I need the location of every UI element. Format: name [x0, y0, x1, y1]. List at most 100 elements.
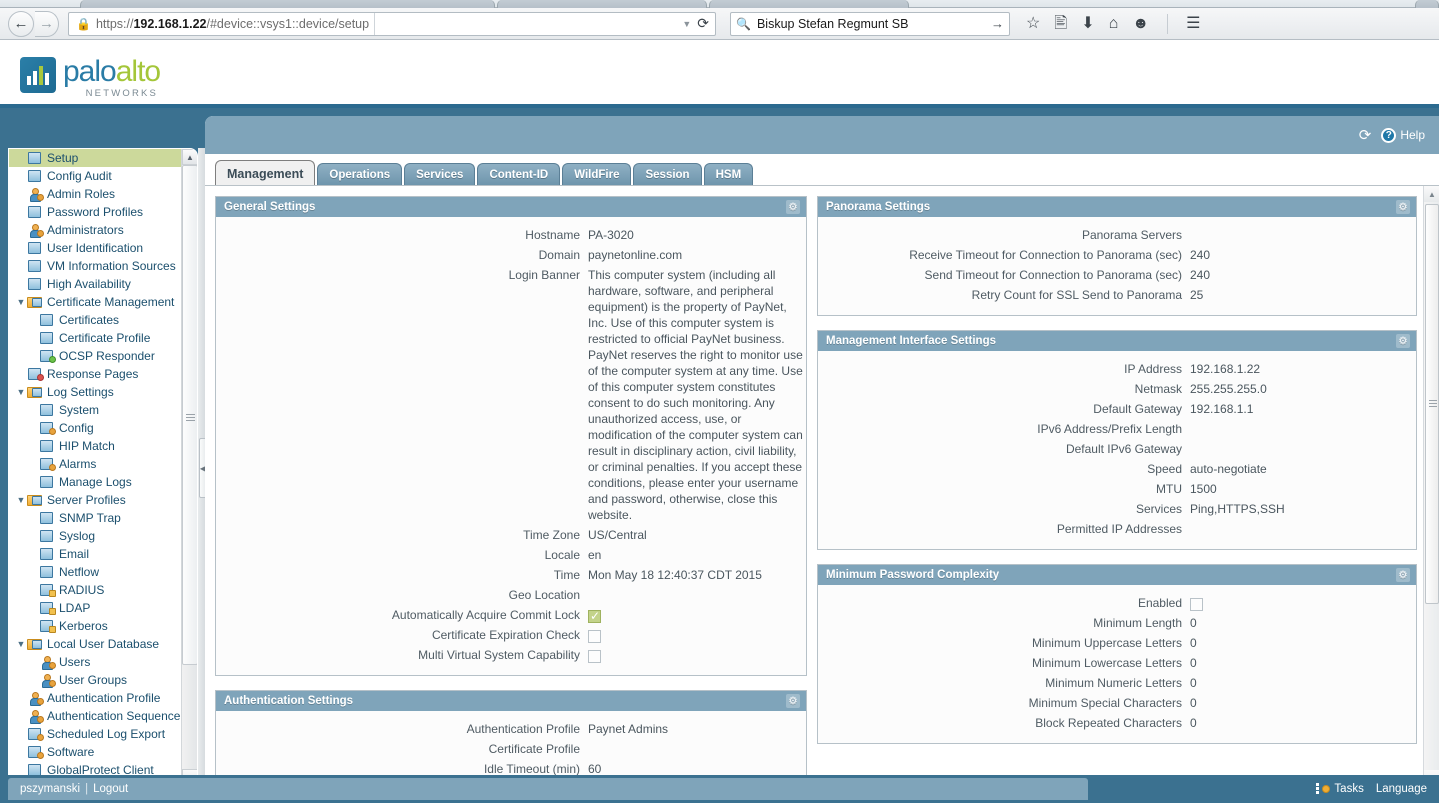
sidebar-item-admin-roles[interactable]: Admin Roles	[9, 185, 183, 203]
search-input[interactable]: 🔍 Biskup Stefan Regmunt SB →	[730, 11, 1010, 36]
browser-navigation-bar: ← → 🔒 https://192.168.1.22/#device::vsys…	[0, 8, 1439, 40]
settings-row-checkbox[interactable]	[1190, 597, 1203, 611]
sidebar-item-server-profiles[interactable]: ▼ Server Profiles	[9, 491, 183, 509]
management-interface-settings-header: Management Interface Settings ⚙	[818, 331, 1416, 351]
management-interface-settings-body: IP Address 192.168.1.22 Netmask 255.255.255…	[818, 351, 1416, 549]
tab-wildfire[interactable]: WildFire	[562, 163, 632, 186]
settings-row-value	[588, 647, 601, 663]
gear-icon[interactable]: ⚙	[1396, 334, 1410, 348]
sidebar-item-manage-logs[interactable]: Manage Logs	[9, 473, 183, 491]
sidebar-item-log-settings[interactable]: ▼ Log Settings	[9, 383, 183, 401]
sidebar-item-scheduled-log-export[interactable]: Scheduled Log Export	[9, 725, 183, 743]
settings-row-value: 0	[1190, 676, 1197, 690]
gear-icon[interactable]: ⚙	[786, 694, 800, 708]
sidebar-item-label: Local User Database	[47, 637, 160, 651]
sidebar-item-authentication-profile[interactable]: Authentication Profile	[9, 689, 183, 707]
reading-list-icon[interactable]: 🖹	[1054, 15, 1067, 32]
sidebar-item-system[interactable]: System	[9, 401, 183, 419]
help-link[interactable]: ? Help	[1381, 127, 1425, 143]
sidebar-item-vm-information-sources[interactable]: VM Information Sources	[9, 257, 183, 275]
chevron-down-icon[interactable]: ▼	[15, 297, 27, 307]
sidebar-item-authentication-sequence[interactable]: Authentication Sequence	[9, 707, 183, 725]
sidebar-tree[interactable]: Setup Config Audit Admin Roles Password Pro…	[9, 149, 183, 783]
sidebar-item-config[interactable]: Config	[9, 419, 183, 437]
panorama-settings-body: Panorama Servers Receive Timeout for Conn…	[818, 217, 1416, 315]
content-scroll-thumb[interactable]	[1425, 204, 1439, 604]
sidebar-item-email[interactable]: Email	[9, 545, 183, 563]
browser-tab[interactable]	[1415, 0, 1439, 8]
sidebar-item-software[interactable]: Software	[9, 743, 183, 761]
local-user-database-icon	[27, 637, 44, 651]
sidebar-item-certificate-profile[interactable]: Certificate Profile	[9, 329, 183, 347]
sidebar-item-alarms[interactable]: Alarms	[9, 455, 183, 473]
tab-services[interactable]: Services	[404, 163, 476, 186]
sidebar-item-ocsp-responder[interactable]: OCSP Responder	[9, 347, 183, 365]
refresh-icon[interactable]: ⟳	[1359, 126, 1372, 144]
sidebar-item-snmp-trap[interactable]: SNMP Trap	[9, 509, 183, 527]
address-bar[interactable]: 🔒 https://192.168.1.22/#device::vsys1::d…	[68, 11, 716, 36]
sidebar-item-setup[interactable]: Setup	[9, 149, 183, 167]
sidebar-item-syslog[interactable]: Syslog	[9, 527, 183, 545]
chevron-down-icon[interactable]: ▼	[15, 639, 27, 649]
sidebar-item-label: Administrators	[47, 223, 124, 237]
reload-icon[interactable]: ⟳	[697, 15, 709, 32]
bookmark-star-icon[interactable]: ☆	[1026, 15, 1040, 32]
gear-icon[interactable]: ⚙	[1396, 200, 1410, 214]
scroll-up-icon[interactable]: ▲	[1424, 186, 1439, 202]
forward-arrow-icon[interactable]: →	[35, 10, 59, 37]
gear-icon[interactable]: ⚙	[1396, 568, 1410, 582]
sidebar-item-radius[interactable]: RADIUS	[9, 581, 183, 599]
back-arrow-icon[interactable]: ←	[8, 10, 34, 37]
chevron-down-icon[interactable]: ▼	[15, 495, 27, 505]
sidebar-item-response-pages[interactable]: Response Pages	[9, 365, 183, 383]
chevron-down-icon[interactable]: ▼	[15, 387, 27, 397]
menu-icon[interactable]: ☰	[1186, 15, 1200, 32]
browser-tab[interactable]	[497, 0, 707, 8]
scroll-up-icon[interactable]: ▲	[182, 149, 197, 165]
toolbar-divider	[1167, 13, 1169, 34]
home-icon[interactable]: ⌂	[1109, 15, 1119, 32]
browser-tab-strip[interactable]	[0, 0, 1439, 8]
syslog-icon	[39, 529, 56, 543]
tab-session[interactable]: Session	[633, 163, 702, 186]
sidebar-scrollbar[interactable]: ▲ ▼	[181, 149, 197, 783]
sidebar-item-users[interactable]: Users	[9, 653, 183, 671]
sidebar-item-config-audit[interactable]: Config Audit	[9, 167, 183, 185]
sidebar-item-netflow[interactable]: Netflow	[9, 563, 183, 581]
sidebar-item-certificate-management[interactable]: ▼ Certificate Management	[9, 293, 183, 311]
sidebar-scroll-thumb[interactable]	[182, 165, 197, 665]
tab-operations[interactable]: Operations	[317, 163, 403, 186]
settings-row-checkbox[interactable]	[588, 609, 601, 623]
settings-row-checkbox[interactable]	[588, 629, 601, 643]
sidebar-item-high-availability[interactable]: High Availability	[9, 275, 183, 293]
tab-content-id[interactable]: Content-ID	[477, 163, 561, 186]
sidebar-item-ldap[interactable]: LDAP	[9, 599, 183, 617]
language-button[interactable]: Language	[1376, 783, 1427, 795]
settings-row-value: 0	[1190, 716, 1197, 730]
tab-hsm[interactable]: HSM	[703, 163, 754, 186]
sidebar-item-user-identification[interactable]: User Identification	[9, 239, 183, 257]
sidebar-item-administrators[interactable]: Administrators	[9, 221, 183, 239]
tasks-button[interactable]: Tasks	[1316, 783, 1364, 795]
sidebar-item-kerberos[interactable]: Kerberos	[9, 617, 183, 635]
sync-icon[interactable]: ☻	[1132, 15, 1149, 32]
high-availability-icon	[27, 277, 44, 291]
sidebar-item-password-profiles[interactable]: Password Profiles	[9, 203, 183, 221]
content-scrollbar[interactable]: ▲ ▼	[1423, 186, 1439, 786]
sidebar-item-user-groups[interactable]: User Groups	[9, 671, 183, 689]
search-submit-icon[interactable]: →	[991, 16, 1004, 31]
settings-row-checkbox[interactable]	[588, 649, 601, 663]
sidebar-item-hip-match[interactable]: HIP Match	[9, 437, 183, 455]
gear-icon[interactable]: ⚙	[786, 200, 800, 214]
content-panel: ⟳ ? Help Management Operations Services …	[205, 116, 1439, 791]
browser-tab[interactable]	[709, 0, 909, 8]
sidebar-item-local-user-database[interactable]: ▼ Local User Database	[9, 635, 183, 653]
downloads-icon[interactable]: ⬇	[1081, 15, 1094, 32]
logout-link[interactable]: Logout	[93, 783, 128, 795]
panorama-settings-header: Panorama Settings ⚙	[818, 197, 1416, 217]
chevron-down-icon[interactable]: ▼	[682, 19, 691, 29]
sidebar-item-certificates[interactable]: Certificates	[9, 311, 183, 329]
browser-tab[interactable]	[80, 0, 495, 8]
brand-word-palo: palo	[63, 55, 117, 88]
tab-management[interactable]: Management	[215, 160, 316, 186]
